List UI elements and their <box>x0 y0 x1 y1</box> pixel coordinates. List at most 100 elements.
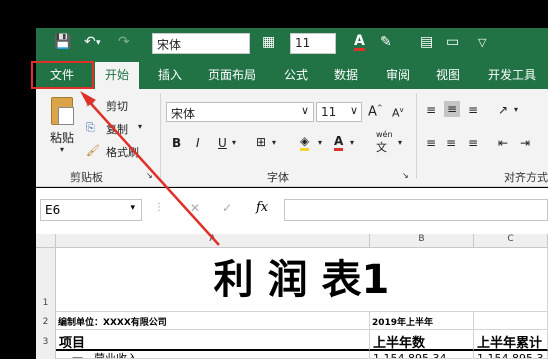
cut-button[interactable]: 剪切 <box>106 98 128 114</box>
italic-button[interactable]: I <box>196 136 200 150</box>
row-header-4[interactable] <box>36 351 56 359</box>
chevron-down-icon: ▾ <box>130 203 135 213</box>
row4-cumulative-cell[interactable]: 1,154,895.3 <box>474 351 548 359</box>
underline-dropdown-icon[interactable]: ▾ <box>232 138 236 147</box>
redo-icon[interactable]: ↷ <box>118 34 130 50</box>
phonetic-icon[interactable]: wén 文 <box>376 130 393 155</box>
font-size-select[interactable]: 11 ∨ <box>316 102 362 122</box>
align-middle-icon[interactable]: ≡ <box>444 101 461 117</box>
cell-reference: E6 <box>45 203 61 217</box>
bold-button[interactable]: B <box>172 136 181 150</box>
align-top-icon[interactable]: ≡ <box>426 103 436 117</box>
confirm-icon[interactable]: ✓ <box>222 201 232 215</box>
orientation-dropdown-icon[interactable]: ▾ <box>514 105 518 114</box>
company-cell[interactable]: 编制单位：XXXX有限公司 <box>56 312 370 330</box>
header-item-cell[interactable]: 项目 <box>56 330 370 351</box>
font-color-icon[interactable]: A <box>334 134 344 151</box>
calculator-icon[interactable]: ▤ <box>420 34 433 50</box>
customize-qat-icon[interactable]: ▽ <box>478 36 486 49</box>
table-icon[interactable]: ▦ <box>262 34 275 50</box>
tab-data[interactable]: 数据 <box>334 66 358 83</box>
clipboard-group-label: 剪贴板 <box>70 171 103 184</box>
align-right-icon[interactable]: ≡ <box>468 136 478 150</box>
format-painter-icon: 🖌 <box>86 144 100 157</box>
font-name-value: 宋体 <box>171 107 196 121</box>
tab-view[interactable]: 视图 <box>436 66 460 83</box>
copy-dropdown-icon[interactable]: ▾ <box>138 122 142 131</box>
alignment-group-label: 对齐方式 <box>504 171 548 184</box>
spreadsheet-grid: A B C 1 2 3 利 润 表1 编制单位：XXXX有限公司 2019年上半… <box>36 234 548 359</box>
font-size-value: 11 <box>321 105 337 119</box>
border-dropdown-icon[interactable]: ▾ <box>272 138 276 147</box>
row-header-3[interactable]: 3 <box>36 330 56 351</box>
phonetic-dropdown-icon[interactable]: ▾ <box>398 138 402 147</box>
header-cumulative-cell[interactable]: 上半年累计 <box>474 330 548 351</box>
fill-color-icon[interactable]: ◈ <box>300 134 310 151</box>
decrease-font-icon[interactable]: Av <box>392 106 404 120</box>
qat-font-size[interactable]: 11 <box>290 33 336 54</box>
phonetic-pinyin: wén <box>376 130 393 139</box>
column-header-b[interactable]: B <box>370 234 474 248</box>
undo-dropdown-icon[interactable]: ▾ <box>96 38 101 48</box>
format-painter-button[interactable]: 格式刷 <box>106 144 139 160</box>
separator <box>160 93 161 179</box>
paste-button[interactable]: 粘贴 ▾ <box>48 97 78 157</box>
paste-label: 粘贴 <box>50 131 75 145</box>
qat-font-name[interactable]: 宋体 <box>152 33 250 54</box>
increase-indent-icon[interactable]: ⇥ <box>520 136 530 150</box>
orientation-icon[interactable]: ↗ <box>498 103 508 117</box>
copy-button[interactable]: 复制 <box>106 121 128 137</box>
more-options-icon: ⋮ <box>154 202 164 213</box>
empty-cell[interactable] <box>474 312 548 330</box>
row4-label-cell[interactable]: 一、营业收入 <box>56 351 370 359</box>
fill-dropdown-icon[interactable]: ▾ <box>318 138 322 147</box>
align-bottom-icon[interactable]: ≡ <box>468 103 478 117</box>
cancel-icon[interactable]: ✕ <box>190 201 200 215</box>
column-header-c[interactable]: C <box>474 234 548 248</box>
row-header-2[interactable]: 2 <box>36 312 56 330</box>
select-all-corner[interactable] <box>36 234 56 248</box>
undo-icon[interactable]: ↶ <box>84 34 96 50</box>
report-title-cell[interactable]: 利 润 表1 <box>56 248 548 312</box>
column-header-a[interactable]: A <box>56 234 370 248</box>
header-current-cell[interactable]: 上半年数 <box>370 330 474 351</box>
phonetic-char: 文 <box>376 141 387 154</box>
font-group-label: 字体 <box>267 171 289 184</box>
save-icon[interactable]: 💾 <box>54 34 71 50</box>
separator <box>416 93 417 179</box>
highlight-icon[interactable]: ✎ <box>380 34 392 50</box>
row-header-1[interactable]: 1 <box>36 248 56 312</box>
font-launcher-icon[interactable]: ↘ <box>402 171 409 180</box>
tab-developer[interactable]: 开发工具 <box>488 66 536 83</box>
font-name-select[interactable]: 宋体 ∨ <box>166 102 314 122</box>
row4-current-cell[interactable]: 1,154,895.34 <box>370 351 474 359</box>
insert-function-icon[interactable]: fx <box>256 200 268 215</box>
increase-font-icon[interactable]: A^ <box>368 104 383 119</box>
paste-dropdown-icon[interactable]: ▾ <box>60 145 64 154</box>
scissors-icon: ✂ <box>86 98 96 111</box>
tab-formulas[interactable]: 公式 <box>284 66 308 83</box>
clipboard-launcher-icon[interactable]: ↘ <box>146 171 153 180</box>
align-left-icon[interactable]: ≡ <box>426 136 436 150</box>
underline-button[interactable]: U <box>218 136 227 150</box>
tab-page-layout[interactable]: 页面布局 <box>208 66 256 83</box>
tab-home[interactable]: 开始 <box>95 62 140 89</box>
file-tab-highlight <box>31 61 94 89</box>
font-color-dropdown-icon[interactable]: ▾ <box>350 138 354 147</box>
tab-insert[interactable]: 插入 <box>158 66 182 83</box>
ribbon-tabs: 文件 开始 插入 页面布局 公式 数据 审阅 视图 开发工具 <box>36 60 548 89</box>
decrease-indent-icon[interactable]: ⇤ <box>498 136 508 150</box>
font-color-icon[interactable]: A <box>354 34 365 51</box>
border-icon[interactable]: ⊞ <box>256 135 266 149</box>
copy-icon: ⎘ <box>86 121 95 134</box>
tab-review[interactable]: 审阅 <box>386 66 410 83</box>
align-center-icon[interactable]: ≡ <box>446 136 456 150</box>
quick-access-toolbar: 💾 ↶ ▾ ↷ 宋体 ▦ 11 A ✎ ▤ ▭ ▽ <box>36 28 548 60</box>
chevron-down-icon: ∨ <box>300 104 309 117</box>
folder-icon[interactable]: ▭ <box>446 34 459 50</box>
paste-sheet-icon <box>58 107 74 125</box>
formula-input[interactable] <box>284 199 548 221</box>
formula-bar: E6 ▾ ⋮ ✕ ✓ fx <box>36 188 548 234</box>
period-cell[interactable]: 2019年上半年 <box>370 312 474 330</box>
name-box[interactable]: E6 ▾ <box>40 199 142 221</box>
